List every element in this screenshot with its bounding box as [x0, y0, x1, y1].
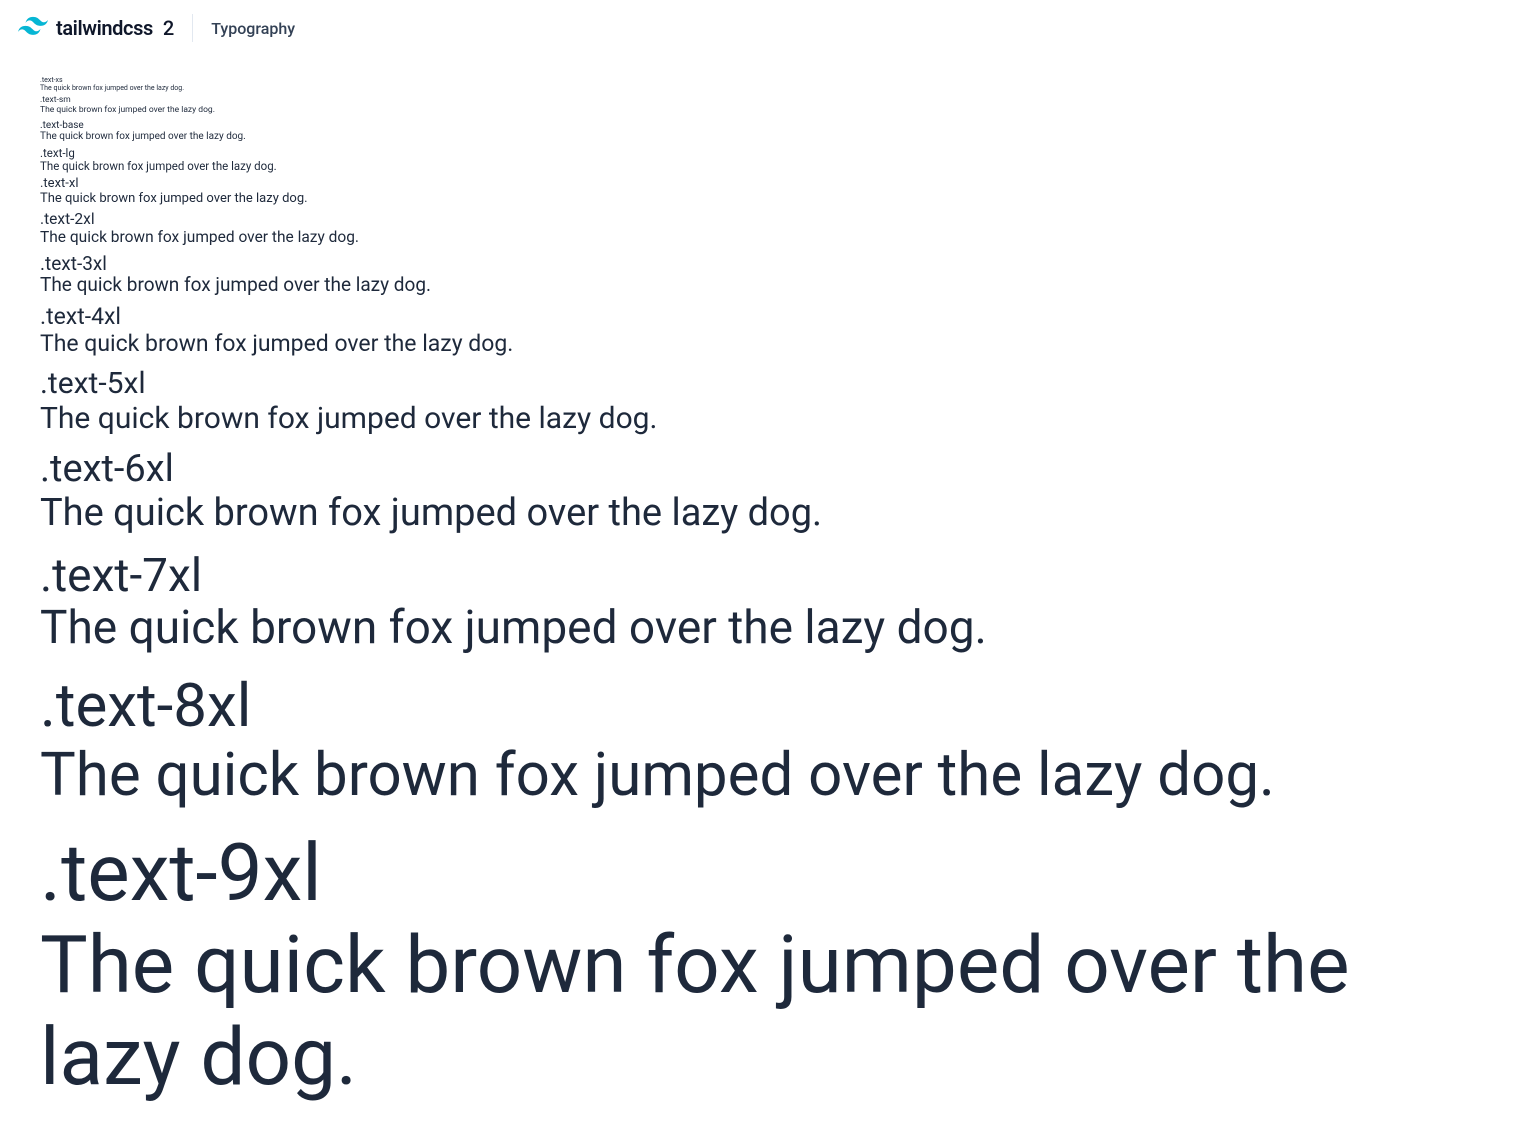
- sample-text-base: .text-base The quick brown fox jumped ov…: [40, 120, 1483, 143]
- sample-text-sm: .text-sm The quick brown fox jumped over…: [40, 96, 1483, 116]
- sample-text-xs: .text-xs The quick brown fox jumped over…: [40, 76, 1483, 92]
- sample-text-8xl: .text-8xl The quick brown fox jumped ove…: [40, 671, 1483, 809]
- class-label: .text-lg: [40, 147, 1483, 160]
- sample-text-7xl: .text-7xl The quick brown fox jumped ove…: [40, 550, 1483, 656]
- brand-version: 2: [163, 16, 174, 40]
- sample-text: The quick brown fox jumped over the lazy…: [40, 274, 1483, 296]
- typography-samples: .text-xs The quick brown fox jumped over…: [0, 56, 1523, 1143]
- class-label: .text-8xl: [40, 671, 1483, 740]
- class-label: .text-2xl: [40, 211, 1483, 229]
- sample-text: The quick brown fox jumped over the lazy…: [40, 402, 1483, 437]
- class-label: .text-3xl: [40, 253, 1483, 275]
- sample-text-lg: .text-lg The quick brown fox jumped over…: [40, 147, 1483, 173]
- header: tailwindcss 2 Typography: [0, 0, 1523, 56]
- sample-text: The quick brown fox jumped over the lazy…: [40, 492, 1483, 536]
- sample-text: The quick brown fox jumped over the lazy…: [40, 192, 1483, 207]
- sample-text: The quick brown fox jumped over the lazy…: [40, 602, 1483, 655]
- sample-text: The quick brown fox jumped over the lazy…: [40, 131, 1483, 143]
- sample-text: The quick brown fox jumped over the lazy…: [40, 331, 1483, 357]
- tailwind-logo-icon: [18, 16, 48, 40]
- sample-text: The quick brown fox jumped over the lazy…: [40, 106, 1483, 116]
- brand[interactable]: tailwindcss 2: [18, 16, 174, 40]
- class-label: .text-7xl: [40, 550, 1483, 603]
- class-label: .text-xs: [40, 76, 1483, 84]
- page-title: Typography: [211, 19, 295, 38]
- sample-text-3xl: .text-3xl The quick brown fox jumped ove…: [40, 253, 1483, 297]
- header-divider: [192, 14, 193, 42]
- sample-text-6xl: .text-6xl The quick brown fox jumped ove…: [40, 448, 1483, 535]
- class-label: .text-6xl: [40, 448, 1483, 492]
- class-label: .text-base: [40, 120, 1483, 132]
- sample-text-9xl: .text-9xl The quick brown fox jumped ove…: [40, 827, 1483, 1103]
- sample-text-2xl: .text-2xl The quick brown fox jumped ove…: [40, 211, 1483, 247]
- sample-text-5xl: .text-5xl The quick brown fox jumped ove…: [40, 367, 1483, 436]
- sample-text: The quick brown fox jumped over the lazy…: [40, 229, 1483, 247]
- class-label: .text-5xl: [40, 367, 1483, 402]
- sample-text-4xl: .text-4xl The quick brown fox jumped ove…: [40, 304, 1483, 357]
- sample-text-xl: .text-xl The quick brown fox jumped over…: [40, 177, 1483, 207]
- sample-text: The quick brown fox jumped over the lazy…: [40, 160, 1483, 173]
- class-label: .text-9xl: [40, 827, 1483, 919]
- class-label: .text-xl: [40, 177, 1483, 192]
- sample-text: The quick brown fox jumped over the lazy…: [40, 919, 1483, 1103]
- brand-wordmark: tailwindcss: [56, 16, 153, 40]
- class-label: .text-sm: [40, 96, 1483, 106]
- sample-text: The quick brown fox jumped over the lazy…: [40, 740, 1483, 809]
- class-label: .text-4xl: [40, 304, 1483, 330]
- sample-text: The quick brown fox jumped over the lazy…: [40, 84, 1483, 92]
